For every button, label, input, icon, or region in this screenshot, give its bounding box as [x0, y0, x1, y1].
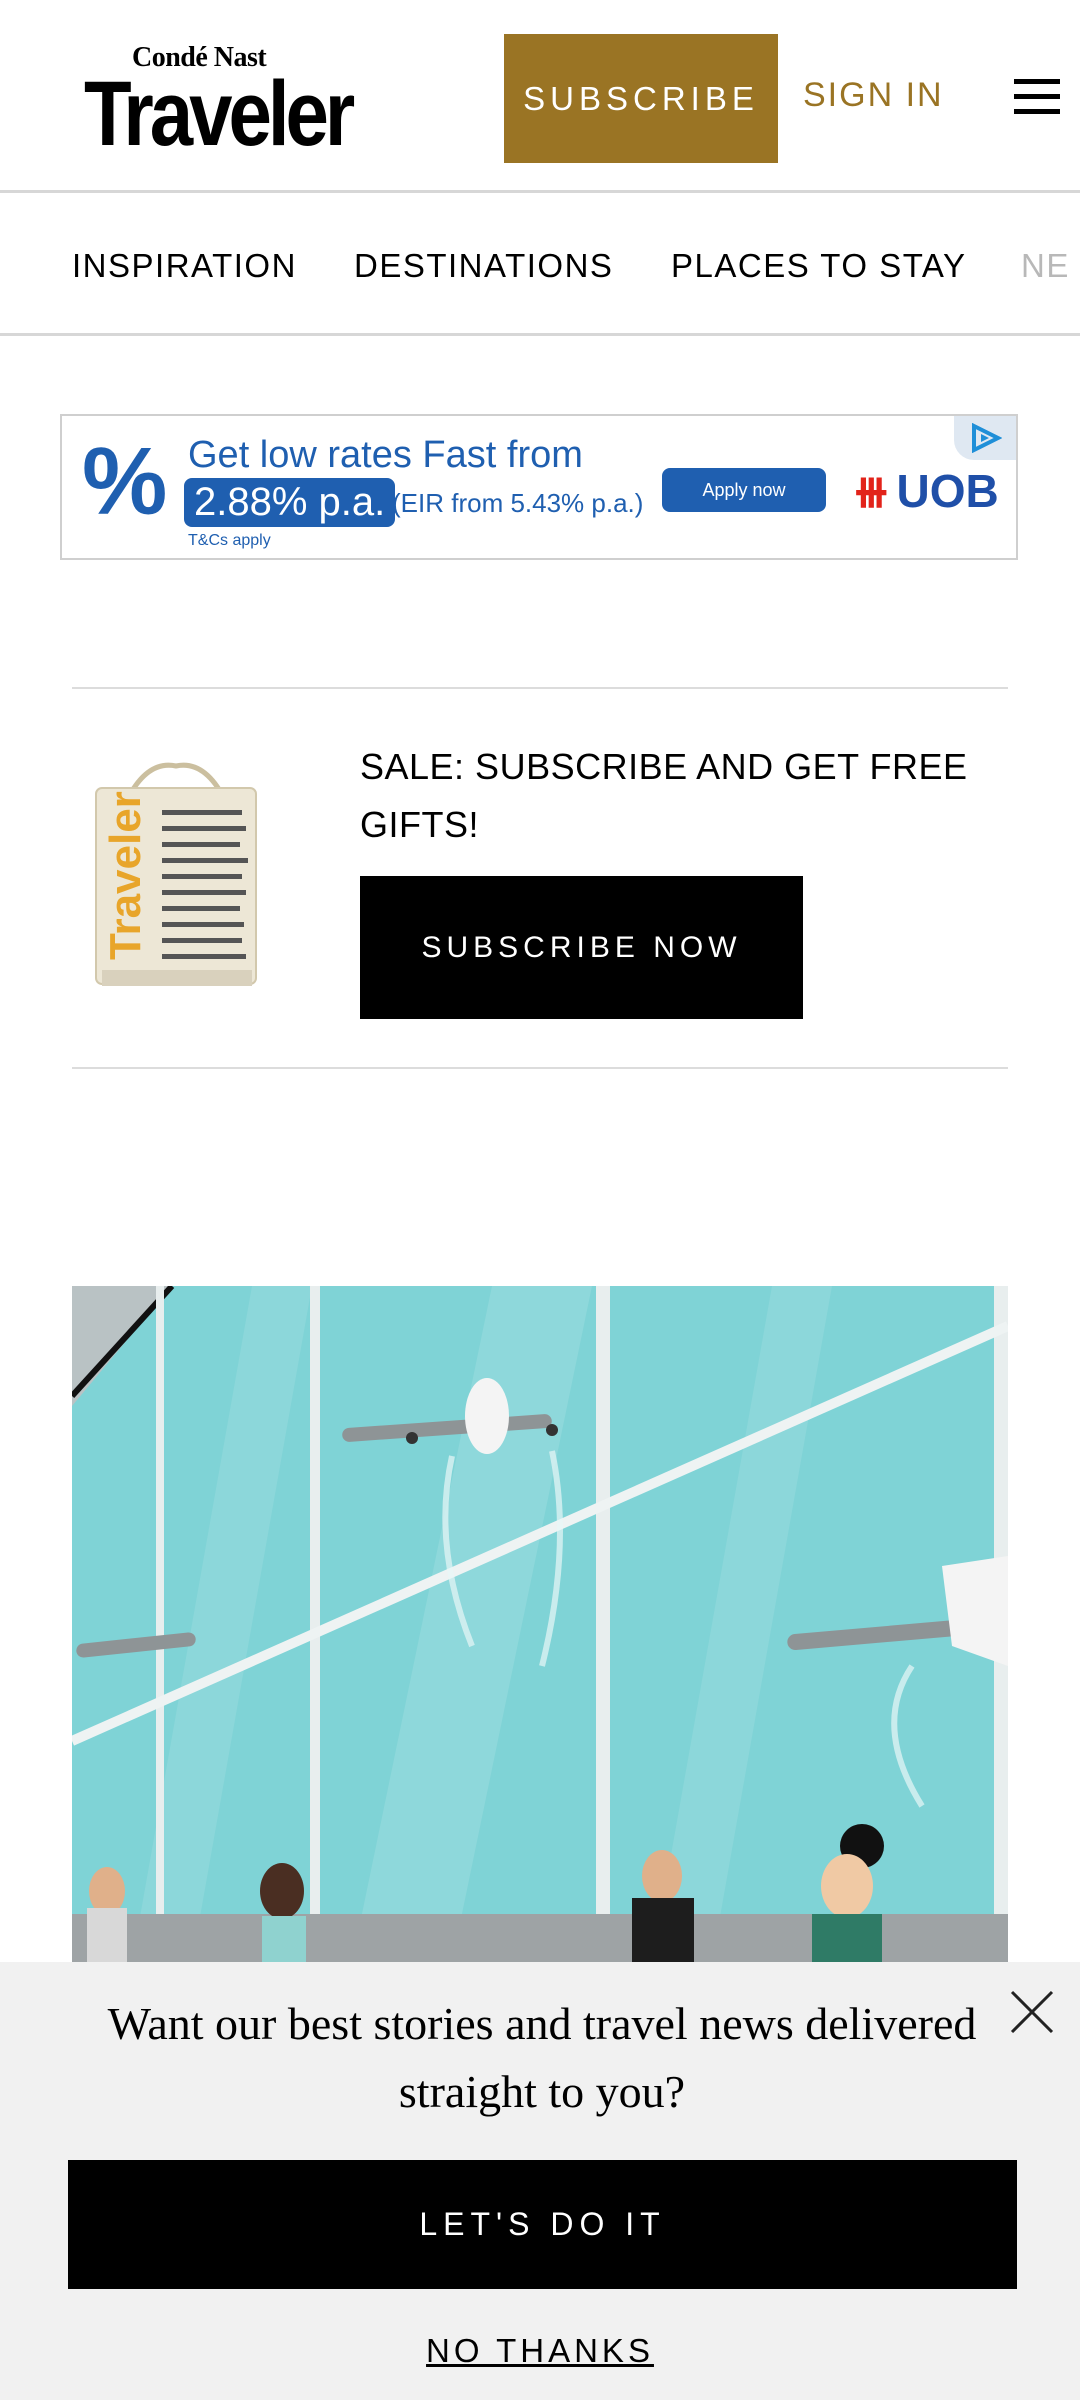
- divider: [72, 1067, 1008, 1069]
- hamburger-menu-icon[interactable]: [1014, 79, 1060, 115]
- newsletter-sheet: Want our best stories and travel news de…: [0, 1962, 1080, 2400]
- ad-apply-button[interactable]: Apply now: [662, 468, 826, 512]
- site-header: Condé Nast Traveler SUBSCRIBE SIGN IN: [0, 0, 1080, 193]
- site-logo[interactable]: Condé Nast Traveler: [84, 42, 355, 165]
- no-thanks-link[interactable]: NO THANKS: [0, 2332, 1080, 2370]
- tote-logo-text: Traveler: [101, 791, 150, 960]
- airport-illustration[interactable]: [72, 1286, 1008, 1962]
- subscribe-now-button[interactable]: SUBSCRIBE NOW: [360, 876, 803, 1019]
- tote-bag-image: Traveler: [88, 760, 264, 990]
- close-icon[interactable]: [1008, 1988, 1056, 2036]
- lets-do-it-button[interactable]: LET'S DO IT: [68, 2160, 1017, 2289]
- ad-headline: Get low rates Fast from: [188, 434, 583, 476]
- ad-rate: 2.88% p.a.: [184, 478, 396, 527]
- ad-brand: ⧻ UOB: [852, 464, 999, 518]
- category-nav: INSPIRATION DESTINATIONS PLACES TO STAY …: [0, 193, 1080, 336]
- ad-banner[interactable]: % Get low rates Fast from 2.88% p.a. (EI…: [60, 414, 1018, 560]
- uob-logo-icon: ⧻: [852, 465, 891, 517]
- nav-item-inspiration[interactable]: INSPIRATION: [72, 247, 297, 285]
- subscribe-button[interactable]: SUBSCRIBE: [504, 34, 778, 163]
- nav-item-destinations[interactable]: DESTINATIONS: [354, 247, 613, 285]
- ad-eir: (EIR from 5.43% p.a.): [392, 488, 644, 518]
- ad-brand-label: UOB: [896, 465, 999, 517]
- newsletter-message: Want our best stories and travel news de…: [107, 1998, 977, 2117]
- adchoices-icon[interactable]: [954, 416, 1016, 460]
- promo-text: SALE: SUBSCRIBE AND GET FREE GIFTS!: [360, 746, 968, 845]
- sign-in-link[interactable]: SIGN IN: [803, 76, 944, 115]
- percent-icon: %: [82, 428, 168, 535]
- nav-item-next[interactable]: NE: [1021, 247, 1070, 285]
- logo-title: Traveler: [84, 61, 355, 166]
- nav-item-places-to-stay[interactable]: PLACES TO STAY: [671, 247, 967, 285]
- ad-terms: T&Cs apply: [188, 532, 271, 549]
- divider: [72, 687, 1008, 689]
